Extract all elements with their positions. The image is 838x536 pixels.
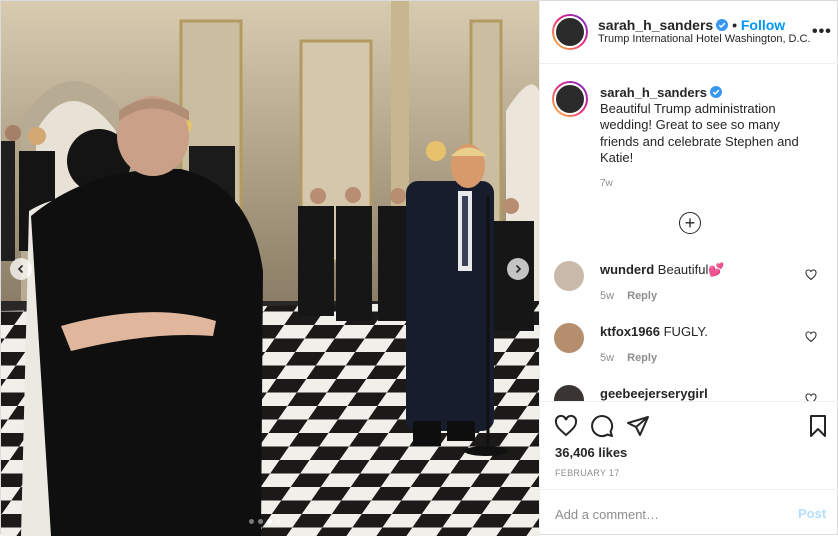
heart-outline-icon[interactable] (805, 393, 817, 401)
like-heart-icon[interactable] (554, 414, 578, 438)
post-date[interactable]: FEBRUARY 17 (555, 468, 620, 478)
carousel-dot-active (267, 519, 272, 524)
carousel-dot (249, 519, 254, 524)
post-actions: 36,406 likes FEBRUARY 17 (540, 401, 838, 489)
comment-meta: 5w Reply (600, 290, 657, 302)
chevron-left-icon (17, 264, 24, 274)
comment-item: ktfox1966 FUGLY. 5w Reply (540, 315, 838, 375)
next-slide-button[interactable] (507, 258, 529, 280)
comment-time[interactable]: 5w (600, 290, 614, 302)
likes-count[interactable]: 36,406 likes (555, 445, 627, 460)
post-comment-button[interactable]: Post (798, 506, 826, 521)
comments-list: wunderd Beautiful💕 5w Reply ktfox1966 FU… (540, 253, 838, 401)
verified-badge-icon (716, 19, 729, 31)
carousel-indicator (249, 519, 281, 524)
chevron-right-icon (515, 264, 522, 274)
caption-username[interactable]: sarah_h_sanders (600, 85, 707, 100)
previous-slide-button[interactable] (10, 258, 32, 280)
post-header: sarah_h_sanders • Follow Trump Internati… (540, 1, 838, 64)
location-link[interactable]: Trump International Hotel Washington, D.… (598, 33, 811, 45)
post-photo[interactable] (1, 1, 539, 536)
comment-username[interactable]: geebeejerserygirl (600, 386, 708, 401)
follow-button[interactable]: Follow (741, 17, 785, 33)
carousel-dot (258, 519, 263, 524)
comment-username[interactable]: wunderd (600, 262, 654, 277)
comment-avatar[interactable] (554, 323, 584, 353)
caption-text: Beautiful Trump administration wedding! … (600, 101, 799, 166)
add-comment-bar: Post (540, 489, 838, 536)
comment-body: geebeejerserygirl (600, 386, 708, 401)
comment-avatar[interactable] (554, 261, 584, 291)
comment-bubble-icon[interactable] (590, 414, 614, 438)
share-paper-plane-icon[interactable] (626, 414, 650, 438)
caption-username-row: sarah_h_sanders (600, 85, 722, 100)
carousel-dot (276, 519, 281, 524)
comment-username[interactable]: ktfox1966 (600, 324, 660, 339)
comment-time[interactable]: 5w (600, 352, 614, 364)
comment-body: ktfox1966 FUGLY. (600, 324, 708, 339)
wedding-photo-image (1, 1, 539, 536)
load-more-comments-button[interactable]: + (679, 212, 701, 234)
comment-item: geebeejerserygirl (540, 377, 838, 401)
reply-button[interactable]: Reply (627, 290, 657, 302)
reply-button[interactable]: Reply (627, 352, 657, 364)
save-bookmark-icon[interactable] (806, 414, 830, 438)
verified-badge-icon (709, 86, 722, 98)
comment-text: FUGLY. (663, 324, 708, 339)
plus-circle-icon: + (684, 213, 696, 233)
author-avatar[interactable] (552, 14, 588, 50)
comment-item: wunderd Beautiful💕 5w Reply (540, 253, 838, 313)
heart-outline-icon[interactable] (805, 331, 817, 343)
header-username-row: sarah_h_sanders • Follow (598, 17, 785, 33)
caption-timestamp[interactable]: 7w (600, 178, 613, 189)
comment-body: wunderd Beautiful💕 (600, 262, 725, 278)
header-username[interactable]: sarah_h_sanders (598, 17, 713, 33)
instagram-post: sarah_h_sanders • Follow Trump Internati… (0, 0, 838, 536)
caption-avatar[interactable] (552, 81, 588, 117)
more-horizontal-icon: ••• (812, 23, 832, 40)
header-separator: • (732, 17, 737, 33)
post-side-panel: sarah_h_sanders • Follow Trump Internati… (539, 1, 838, 536)
comment-input[interactable] (555, 504, 775, 524)
comment-avatar[interactable] (554, 385, 584, 401)
comment-meta: 5w Reply (600, 352, 657, 364)
comment-text: Beautiful💕 (657, 262, 725, 277)
heart-outline-icon[interactable] (805, 269, 817, 281)
more-options-button[interactable]: ••• (812, 23, 832, 41)
